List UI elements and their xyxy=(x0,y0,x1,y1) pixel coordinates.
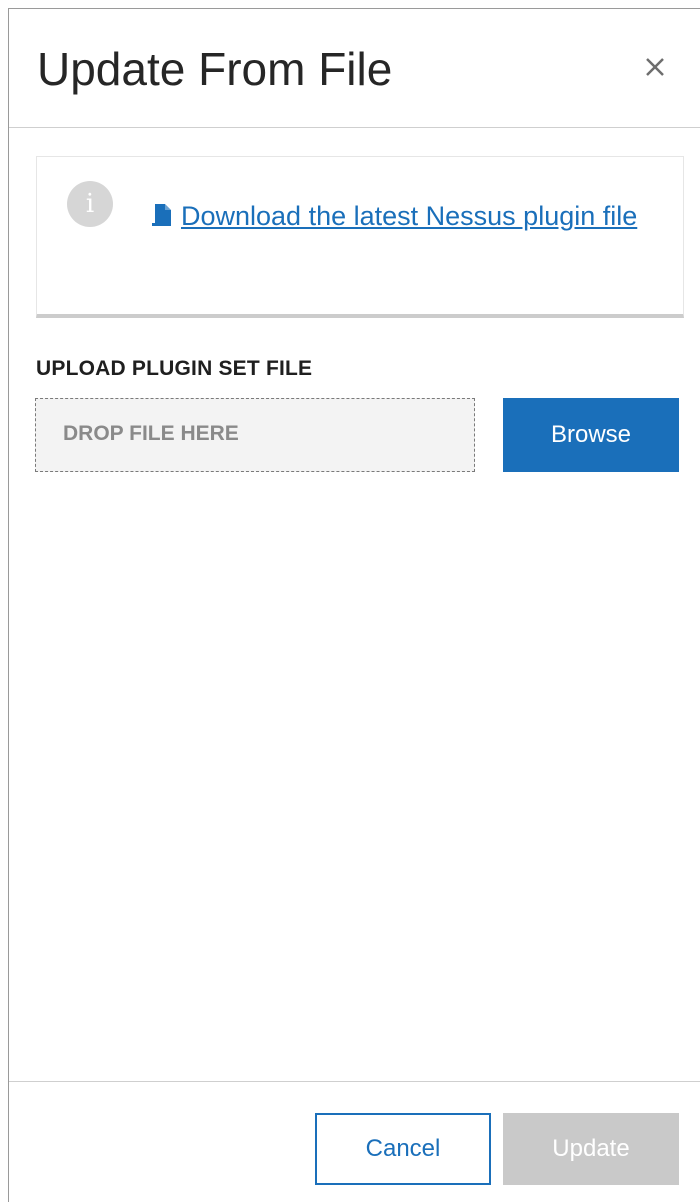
download-link-text: Download the latest Nessus plugin file xyxy=(181,201,638,231)
info-icon-glyph: i xyxy=(85,189,95,219)
info-icon: i xyxy=(67,181,113,227)
cancel-button[interactable]: Cancel xyxy=(315,1113,491,1185)
download-plugin-link[interactable]: Download the latest Nessus plugin file xyxy=(151,197,671,235)
upload-plugin-label: UPLOAD PLUGIN SET FILE xyxy=(36,357,313,380)
browse-button[interactable]: Browse xyxy=(503,398,679,472)
update-button[interactable]: Update xyxy=(503,1113,679,1185)
close-button[interactable] xyxy=(641,53,669,81)
drop-zone-text: DROP FILE HERE xyxy=(63,422,239,445)
dialog-header: Update From File xyxy=(9,9,700,128)
background-page-strip xyxy=(0,0,700,8)
close-icon xyxy=(646,58,664,76)
file-drop-zone[interactable]: DROP FILE HERE xyxy=(35,398,475,472)
info-box: i Download the latest Nessus plugin file xyxy=(36,156,684,318)
file-icon xyxy=(152,204,171,226)
dialog-title: Update From File xyxy=(37,43,393,95)
dialog-footer: Cancel Update xyxy=(9,1081,700,1203)
update-from-file-dialog: Update From File i Download the latest N… xyxy=(8,8,700,1202)
